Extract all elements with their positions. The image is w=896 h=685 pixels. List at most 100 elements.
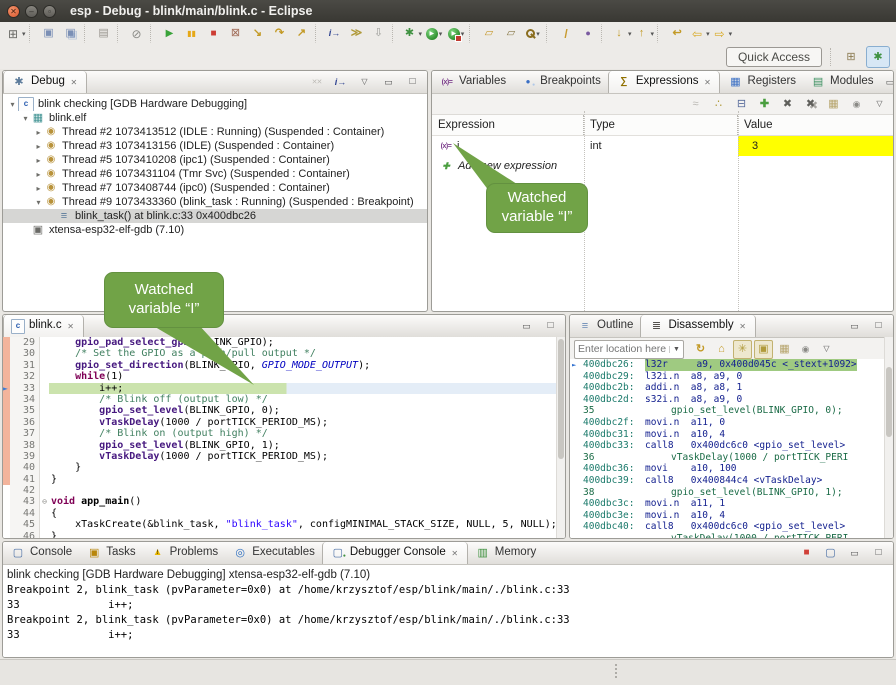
fold-marker[interactable]	[40, 337, 49, 348]
debug-perspective-icon[interactable]	[866, 46, 890, 68]
location-dropdown-icon[interactable]: ▼	[669, 346, 683, 353]
maximize-icon[interactable]	[403, 73, 422, 92]
annotation-ruler[interactable]	[3, 371, 10, 382]
terminate-red-icon[interactable]	[797, 544, 816, 563]
step-over-icon[interactable]	[269, 23, 291, 45]
disassembly-line[interactable]: 400dbc31: movi.n a10, 4	[570, 429, 893, 441]
resume-icon[interactable]	[159, 23, 181, 45]
tab[interactable]: Modules	[803, 71, 880, 93]
code-line[interactable]: 46 }	[3, 531, 565, 538]
disassembly-line[interactable]: 400dbc39: call8 0x400844c4 <vTaskDelay>	[570, 475, 893, 487]
expander-icon[interactable]: ▾	[7, 100, 18, 109]
fold-marker[interactable]	[40, 417, 49, 428]
instruction-stepping-icon[interactable]	[324, 23, 346, 45]
disassembly-scrollbar[interactable]	[884, 337, 893, 538]
suspend-icon[interactable]	[181, 23, 203, 45]
tab[interactable]: Outline	[570, 315, 640, 337]
tab[interactable]: Expressions	[608, 71, 721, 93]
code-line[interactable]: 40 }	[3, 462, 565, 473]
forward-icon[interactable]	[711, 23, 734, 45]
annotation-ruler[interactable]	[3, 383, 10, 394]
external-tools-icon[interactable]	[445, 23, 467, 45]
tree-row[interactable]: ▸ Thread #3 1073413156 (IDLE) (Suspended…	[3, 139, 427, 153]
tab[interactable]: Debugger Console	[322, 542, 468, 564]
tree-row[interactable]: ▾ blink.elf	[3, 111, 427, 125]
step-into-icon[interactable]	[247, 23, 269, 45]
fold-marker[interactable]	[40, 405, 49, 416]
code-line[interactable]: 44 {	[3, 508, 565, 519]
code-line[interactable]: 32 while(1)	[3, 371, 565, 382]
debugger-console-output[interactable]: blink checking [GDB Hardware Debugging] …	[3, 565, 893, 657]
save-icon[interactable]	[38, 23, 60, 45]
mark-occurrences-icon[interactable]	[555, 23, 577, 45]
disassembly-line[interactable]: 400dbc36: movi a10, 100	[570, 463, 893, 475]
show-type-names-icon[interactable]	[686, 95, 705, 114]
tab[interactable]: Console	[3, 542, 79, 564]
disassembly-line[interactable]: 38 gpio_set_level(BLINK_GPIO, 1);	[570, 487, 893, 499]
tab[interactable]: Disassembly	[640, 315, 755, 337]
back-icon[interactable]	[688, 23, 711, 45]
code-line[interactable]: 36 vTaskDelay(1000 / portTICK_PERIOD_MS)…	[3, 417, 565, 428]
annotation-ruler[interactable]	[3, 451, 10, 462]
disassembly-line[interactable]: 400dbc40: call8 0x400dc6c0 <gpio_set_lev…	[570, 521, 893, 533]
view-menu-icon[interactable]	[870, 95, 889, 114]
close-tab-icon[interactable]	[738, 321, 748, 331]
annotation-ruler[interactable]	[3, 394, 10, 405]
disassembly-line[interactable]: 400dbc33: call8 0x400dc6c0 <gpio_set_lev…	[570, 440, 893, 452]
disassembly-line[interactable]: 400dbc26: l32r a9, 0x400d045c <_stext+10…	[570, 359, 893, 371]
show-logical-structure-icon[interactable]	[709, 95, 728, 114]
annotation-ruler[interactable]	[3, 337, 10, 348]
disassembly-line[interactable]: vTaskDelay(1000 / portTICK_PERI	[570, 533, 893, 538]
display-console-icon[interactable]	[821, 544, 840, 563]
fold-marker[interactable]	[40, 485, 49, 496]
sync-icon[interactable]	[733, 340, 752, 359]
annotation-ruler[interactable]	[3, 405, 10, 416]
minimize-icon[interactable]	[517, 317, 536, 336]
fold-marker[interactable]	[40, 462, 49, 473]
expander-icon[interactable]: ▸	[33, 128, 44, 137]
minimize-icon[interactable]	[845, 544, 864, 563]
tree-row[interactable]: blink_task() at blink.c:33 0x400dbc26	[3, 209, 427, 223]
disassembly-line[interactable]: 400dbc3e: movi.n a10, 4	[570, 510, 893, 522]
tab[interactable]: Breakpoints	[513, 71, 608, 93]
expander-icon[interactable]: ▸	[33, 184, 44, 193]
fold-marker[interactable]	[40, 496, 49, 507]
annotation-ruler[interactable]	[3, 531, 10, 538]
fold-marker[interactable]	[40, 428, 49, 439]
minimize-icon[interactable]	[379, 73, 398, 92]
tab-debug[interactable]: Debug	[3, 71, 87, 93]
code-line[interactable]: 37 /* Blink on (output high) */	[3, 428, 565, 439]
disassembly-line[interactable]: 400dbc2d: s32i.n a8, a9, 0	[570, 394, 893, 406]
annotation-ruler[interactable]	[3, 519, 10, 530]
refresh-icon[interactable]	[691, 340, 710, 359]
debug-tool-icon[interactable]	[401, 23, 424, 45]
disassembly-line[interactable]: 400dbc3c: movi.n a11, 1	[570, 498, 893, 510]
track-icon[interactable]	[754, 340, 773, 359]
next-annotation-icon[interactable]	[610, 23, 633, 45]
window-close-icon[interactable]: ✕	[7, 5, 20, 18]
code-line[interactable]: 41 }	[3, 474, 565, 485]
fold-marker[interactable]	[40, 474, 49, 485]
open-perspective-icon[interactable]	[839, 46, 863, 68]
tree-row[interactable]: ▸ Thread #5 1073410208 (ipc1) (Suspended…	[3, 153, 427, 167]
code-line[interactable]: 38 gpio_set_level(BLINK_GPIO, 1);	[3, 440, 565, 451]
new-view-icon[interactable]	[775, 340, 794, 359]
column-header-expression[interactable]: Expression	[432, 115, 584, 135]
quick-access-button[interactable]: Quick Access	[726, 47, 822, 67]
annotation-ruler[interactable]	[3, 360, 10, 371]
open-console-icon[interactable]	[577, 23, 599, 45]
step-return-icon[interactable]	[291, 23, 313, 45]
expander-icon[interactable]: ▾	[20, 114, 31, 123]
tree-row[interactable]: ▸ Thread #6 1073431104 (Tmr Svc) (Suspen…	[3, 167, 427, 181]
window-minimize-icon[interactable]: –	[25, 5, 38, 18]
run-tool-icon[interactable]	[423, 23, 445, 45]
tree-row[interactable]: ▸ Thread #2 1073413512 (IDLE : Running) …	[3, 125, 427, 139]
tab[interactable]: Memory	[468, 542, 544, 564]
previous-annotation-icon[interactable]	[633, 23, 656, 45]
annotation-ruler[interactable]	[3, 428, 10, 439]
column-header-type[interactable]: Type	[584, 115, 738, 135]
code-line[interactable]: 45 xTaskCreate(&blink_task, "blink_task"…	[3, 519, 565, 530]
expander-icon[interactable]: ▾	[33, 198, 44, 207]
view-menu-icon[interactable]	[355, 73, 374, 92]
tree-row[interactable]: xtensa-esp32-elf-gdb (7.10)	[3, 223, 427, 237]
